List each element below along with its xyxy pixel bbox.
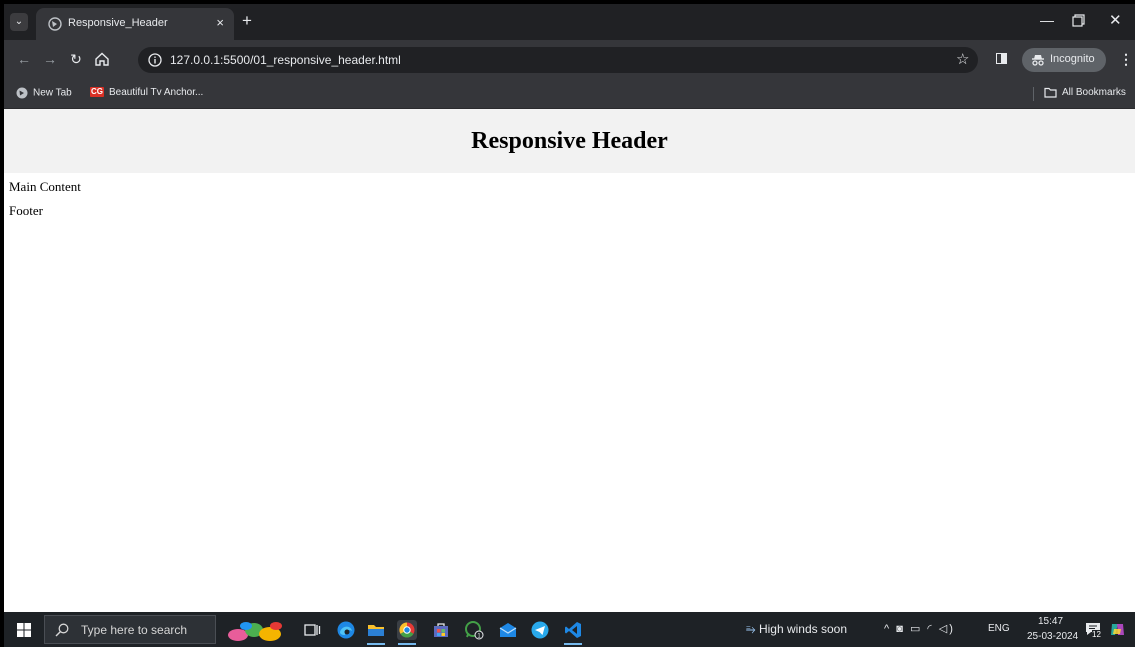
taskbar-search[interactable]: Type here to search [44,615,216,644]
minimize-icon[interactable]: — [1040,12,1054,28]
address-bar[interactable]: 127.0.0.1:5500/01_responsive_header.html… [138,47,978,73]
weather-widget[interactable]: ⥱ High winds soon [746,622,847,637]
page-title: Responsive Header [471,128,668,154]
incognito-badge[interactable]: Incognito [1022,48,1106,72]
screen: ⌄ Responsive_Header × + — ✕ ← → ↻ 127.0.… [4,4,1135,647]
edge-icon[interactable] [336,620,356,640]
notification-count: 12 [1092,630,1101,639]
site-info-icon[interactable] [148,53,162,67]
taskbar: Type here to search 1 ⥱ High winds soon … [4,612,1135,647]
forward-icon[interactable]: → [42,51,58,67]
mail-icon[interactable] [498,620,518,640]
side-panel-icon[interactable] [996,53,1007,64]
tab-search-chevron-icon[interactable]: ⌄ [10,13,28,31]
windows-start-icon[interactable] [17,623,31,637]
web-page: Responsive Header Main Content Footer [4,109,1135,612]
wifi-icon[interactable]: ◜ [927,623,933,635]
page-header: Responsive Header [4,109,1135,173]
language-indicator[interactable]: ENG [988,623,1010,634]
incognito-label: Incognito [1050,53,1095,65]
home-icon[interactable] [94,51,110,67]
tab-title: Responsive_Header [68,17,168,29]
search-placeholder: Type here to search [81,623,188,637]
browser-tab[interactable]: Responsive_Header × [36,8,234,40]
store-icon[interactable] [431,620,451,640]
bookmark-tv-anchor[interactable]: CG Beautiful Tv Anchor... [90,87,203,98]
chrome-taskbar-icon[interactable] [397,620,417,640]
reload-icon[interactable]: ↻ [68,51,84,67]
page-footer: Footer [9,203,43,218]
bookmark-label: Beautiful Tv Anchor... [109,87,204,98]
menu-icon[interactable]: ⋮ [1119,51,1133,68]
wind-icon: ⥱ [746,622,759,636]
globe-icon [48,17,62,31]
clock-date[interactable]: 25-03-2024 [1027,631,1078,642]
running-indicator [367,643,385,645]
bookmark-new-tab[interactable]: New Tab [16,87,72,99]
copilot-icon[interactable] [1109,621,1126,638]
all-bookmarks[interactable]: All Bookmarks [1044,87,1126,98]
bookmarks-bar: New Tab CG Beautiful Tv Anchor... All Boo… [4,80,1135,109]
browser-toolbar: ← → ↻ 127.0.0.1:5500/01_responsive_heade… [4,40,1135,80]
folder-icon [1044,87,1057,98]
new-tab-button[interactable]: + [242,11,252,31]
holi-festival-icon[interactable] [226,618,286,642]
whatsapp-icon[interactable]: 1 [464,620,484,640]
tab-close-icon[interactable]: × [216,15,224,30]
running-indicator [564,643,582,645]
bookmark-star-icon[interactable]: ☆ [956,50,969,68]
file-explorer-icon[interactable] [366,620,386,640]
cg-icon: CG [90,87,104,98]
vscode-icon[interactable] [563,620,583,640]
restore-icon[interactable] [1072,14,1085,27]
bookmark-label: New Tab [33,87,72,99]
chrome-icon [16,87,28,99]
url-text[interactable]: 127.0.0.1:5500/01_responsive_header.html [170,53,401,67]
chevron-up-icon[interactable]: ^ [884,623,891,635]
back-icon[interactable]: ← [16,51,32,67]
all-bookmarks-label: All Bookmarks [1062,87,1126,99]
telegram-icon[interactable] [530,620,550,640]
window-close-icon[interactable]: ✕ [1109,11,1122,29]
volume-icon[interactable]: ◁) [939,623,955,635]
battery-icon[interactable]: ▭ [910,623,922,635]
task-view-icon[interactable] [302,620,322,640]
meet-icon[interactable]: ◙ [896,623,905,635]
weather-text: High winds soon [758,622,847,636]
running-indicator [398,643,416,645]
search-icon [55,623,69,637]
tab-strip: ⌄ Responsive_Header × + — ✕ [4,4,1135,40]
bookmarks-divider [1033,87,1034,101]
clock-time[interactable]: 15:47 [1038,616,1063,627]
incognito-icon [1032,55,1044,66]
system-tray[interactable]: ^ ◙ ▭ ◜ ◁) [884,622,955,635]
main-content: Main Content [9,179,81,194]
